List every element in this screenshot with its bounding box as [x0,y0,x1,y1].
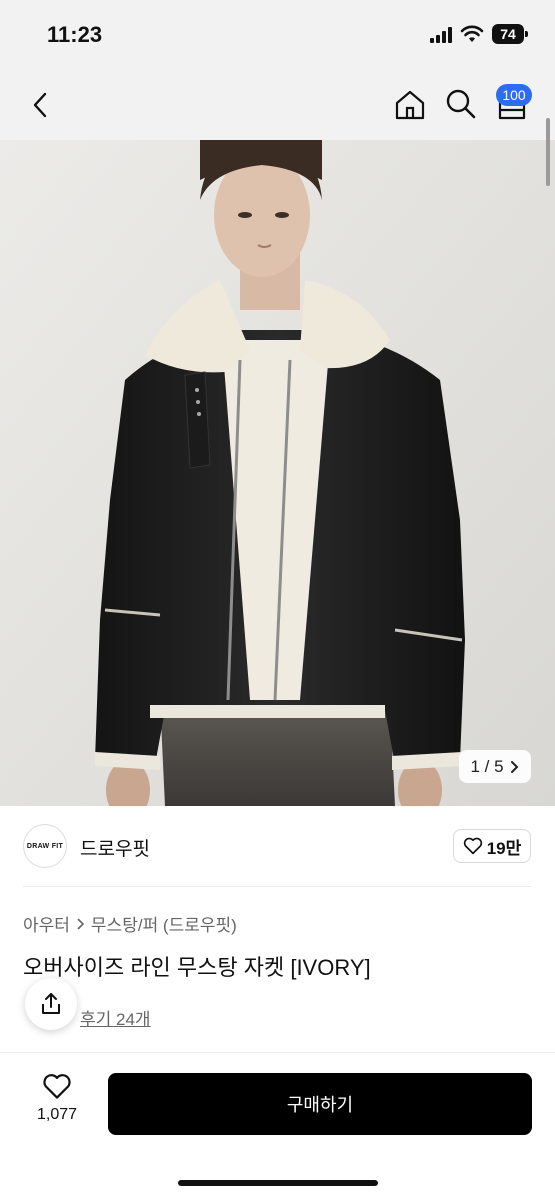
share-icon [42,993,60,1014]
buy-button-label: 구매하기 [286,1095,354,1115]
page-counter-label: 1 / 5 [470,756,504,776]
bottom-action-bar: 1,077 구매하기 [0,1052,555,1200]
chevron-right-icon [77,917,85,930]
back-icon[interactable] [26,90,56,120]
brand-logo[interactable]: DRAW FIT [23,824,67,868]
scroll-indicator[interactable] [546,118,550,186]
wishlist-count: 1,077 [36,1106,78,1123]
battery-level: 74 [492,24,524,44]
product-photo [0,140,555,806]
brand-row: DRAW FIT 드로우핏 19만 [0,806,555,886]
brand-like-count: 19만 [486,838,522,858]
status-bar: 11:23 74 [0,0,555,70]
divider [23,886,531,887]
share-button[interactable] [25,978,77,1030]
nav-bar: 100 [0,70,555,140]
breadcrumb-category[interactable]: 아우터 [23,911,70,936]
home-icon[interactable] [393,88,427,122]
buy-button[interactable]: 구매하기 [108,1073,532,1135]
status-time: 11:23 [47,22,103,47]
heart-icon [43,1074,71,1099]
home-indicator [178,1180,378,1186]
review-link[interactable]: 후기 24개 [80,1005,151,1030]
brand-name[interactable]: 드로우핏 [80,834,150,861]
heart-icon [463,837,482,855]
battery-indicator: 74 [492,24,528,44]
cart-badge: 100 [496,84,532,106]
signal-icon [430,27,452,43]
image-page-counter[interactable]: 1 / 5 [459,750,531,783]
brand-like-button[interactable]: 19만 [453,829,531,863]
search-icon[interactable] [445,88,477,120]
brand-logo-text: DRAW FIT [26,842,64,850]
wishlist-button[interactable]: 1,077 [28,1073,86,1133]
chevron-right-icon [510,760,518,773]
wifi-icon [460,25,484,42]
breadcrumb-subcategory[interactable]: 무스탕/퍼 (드로우핏) [91,911,237,936]
breadcrumb: 아우터 무스탕/퍼 (드로우핏) [23,911,237,936]
product-title: 오버사이즈 라인 무스탕 자켓 [IVORY] [23,955,371,980]
product-image[interactable] [0,140,555,806]
